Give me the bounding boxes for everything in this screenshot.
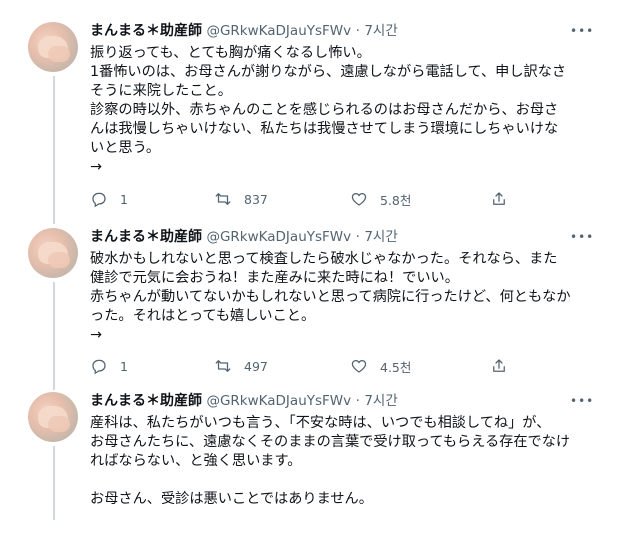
like-count: 5.8천 (380, 192, 412, 208)
author-name[interactable]: まんまる＊助産師 (90, 229, 202, 245)
author-name[interactable]: まんまる＊助産師 (90, 23, 202, 39)
timestamp[interactable]: 7시간 (364, 229, 397, 245)
share-button[interactable] (490, 356, 520, 376)
tweet-line: そうに来院したこと。 (90, 83, 232, 99)
retweet-count: 497 (244, 358, 268, 374)
tweet-text: 振り返っても、とても胸が痛くなるし怖い。 1番怖いのは、お母さんが謝りながら、遠… (90, 44, 590, 177)
tweet-line-blank (90, 471, 590, 490)
tweet-line: った。それはとっても嬉しいこと。 (90, 308, 316, 324)
avatar[interactable] (28, 22, 78, 72)
tweet-line: 赤ちゃんが動いてないかもしれないと思って病院に行ったけど、何ともなか (90, 289, 571, 305)
avatar[interactable] (28, 228, 78, 278)
tweet-line: んは我慢しちゃいけない、私たちは我慢させてしまう環境にしちゃいけな (90, 121, 559, 137)
share-icon (493, 192, 505, 205)
tweet-line: 産科は、私たちがいつも言う、「不安な時は、いつでも相談してね」が、 (90, 415, 551, 431)
retweet-button[interactable]: 837 (214, 189, 268, 209)
reply-icon (92, 359, 106, 375)
separator: · (355, 23, 360, 39)
share-button[interactable] (490, 189, 520, 209)
like-count: 4.5천 (380, 359, 412, 375)
more-options-icon[interactable]: ••• (570, 230, 593, 244)
tweet-text: 破水かもしれないと思って検査したら破水じゃなかった。それなら、また 健診で元気に… (90, 250, 590, 345)
retweet-button[interactable]: 497 (214, 356, 268, 376)
reply-button[interactable]: 1 (90, 356, 128, 376)
tweet-line: 振り返っても、とても胸が痛くなるし怖い。 (90, 45, 371, 61)
heart-icon (351, 359, 367, 373)
like-button[interactable]: 4.5천 (350, 356, 411, 376)
retweet-icon (215, 360, 231, 372)
separator: · (355, 229, 360, 245)
tweet-line: → (90, 327, 102, 343)
reply-button[interactable]: 1 (90, 189, 128, 209)
tweet-line: 破水かもしれないと思って検査したら破水じゃなかった。それなら、また (90, 251, 558, 267)
reply-count: 1 (120, 191, 128, 207)
author-handle[interactable]: @GRkwKaDJauYsFWv (206, 229, 351, 245)
thread-connector (53, 446, 55, 520)
thread-connector (53, 76, 55, 224)
tweet-line: 健診で元気に会おうね！また産みに来た時にね！でいい。 (90, 270, 459, 286)
like-button[interactable]: 5.8천 (350, 189, 411, 209)
heart-icon (351, 192, 367, 206)
author-handle[interactable]: @GRkwKaDJauYsFWv (206, 393, 351, 409)
share-icon (493, 359, 505, 372)
reply-icon (92, 192, 106, 208)
author-handle[interactable]: @GRkwKaDJauYsFWv (206, 23, 351, 39)
tweet-line: お母さんたちに、遠慮なくそのままの言葉で受け取ってもらえる存在でなけ (90, 434, 571, 450)
tweet-text: 産科は、私たちがいつも言う、「不安な時は、いつでも相談してね」が、 お母さんたち… (90, 414, 590, 509)
tweet-line: → (90, 159, 102, 175)
more-options-icon[interactable]: ••• (570, 24, 593, 38)
retweet-count: 837 (244, 191, 268, 207)
tweet-line: ればならない、と強く思います。 (90, 453, 302, 469)
timestamp[interactable]: 7시간 (364, 23, 397, 39)
reply-count: 1 (120, 358, 128, 374)
avatar[interactable] (28, 392, 78, 442)
tweet-line: 1番怖いのは、お母さんが謝りながら、遠慮しながら電話して、申し訳なさ (90, 64, 567, 80)
author-name[interactable]: まんまる＊助産師 (90, 393, 202, 409)
timestamp[interactable]: 7시간 (364, 393, 397, 409)
retweet-icon (215, 193, 231, 205)
separator: · (355, 393, 360, 409)
tweet-line: いと思う。 (90, 140, 161, 156)
more-options-icon[interactable]: ••• (570, 394, 593, 408)
tweet-line: 診察の時以外、赤ちゃんのことを感じられるのはお母さんだから、お母さ (90, 102, 559, 118)
tweet-line: お母さん、受診は悪いことではありません。 (90, 491, 373, 507)
thread-connector (53, 282, 55, 390)
